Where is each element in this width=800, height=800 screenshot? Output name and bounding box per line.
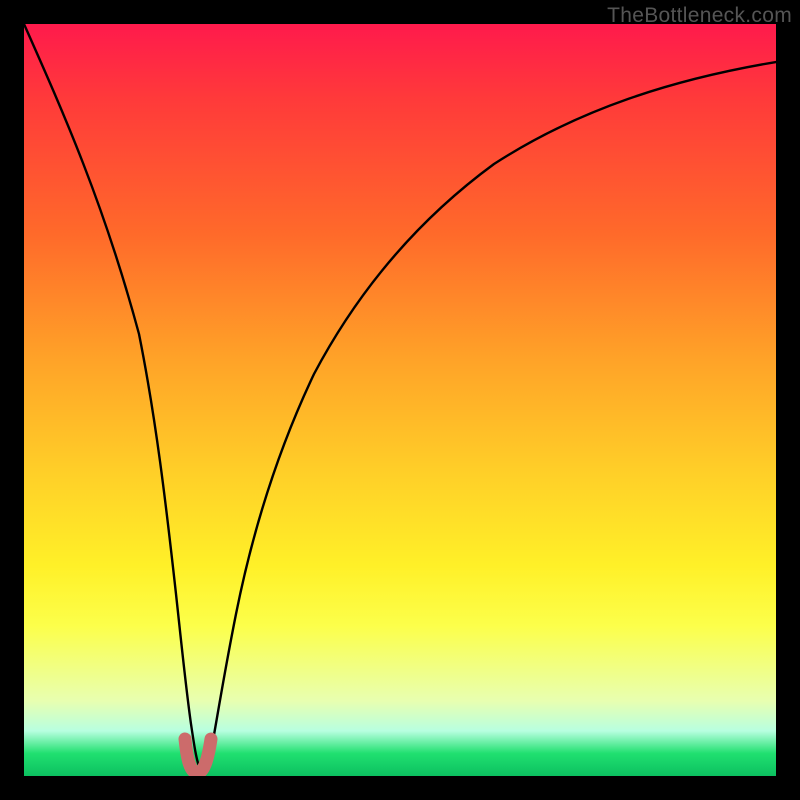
watermark-text: TheBottleneck.com bbox=[607, 4, 792, 28]
curve-layer bbox=[24, 24, 776, 776]
highlight-u-icon bbox=[185, 739, 211, 773]
outer-frame: TheBottleneck.com bbox=[0, 0, 800, 800]
bottleneck-curve bbox=[24, 24, 776, 771]
plot-area bbox=[24, 24, 776, 776]
